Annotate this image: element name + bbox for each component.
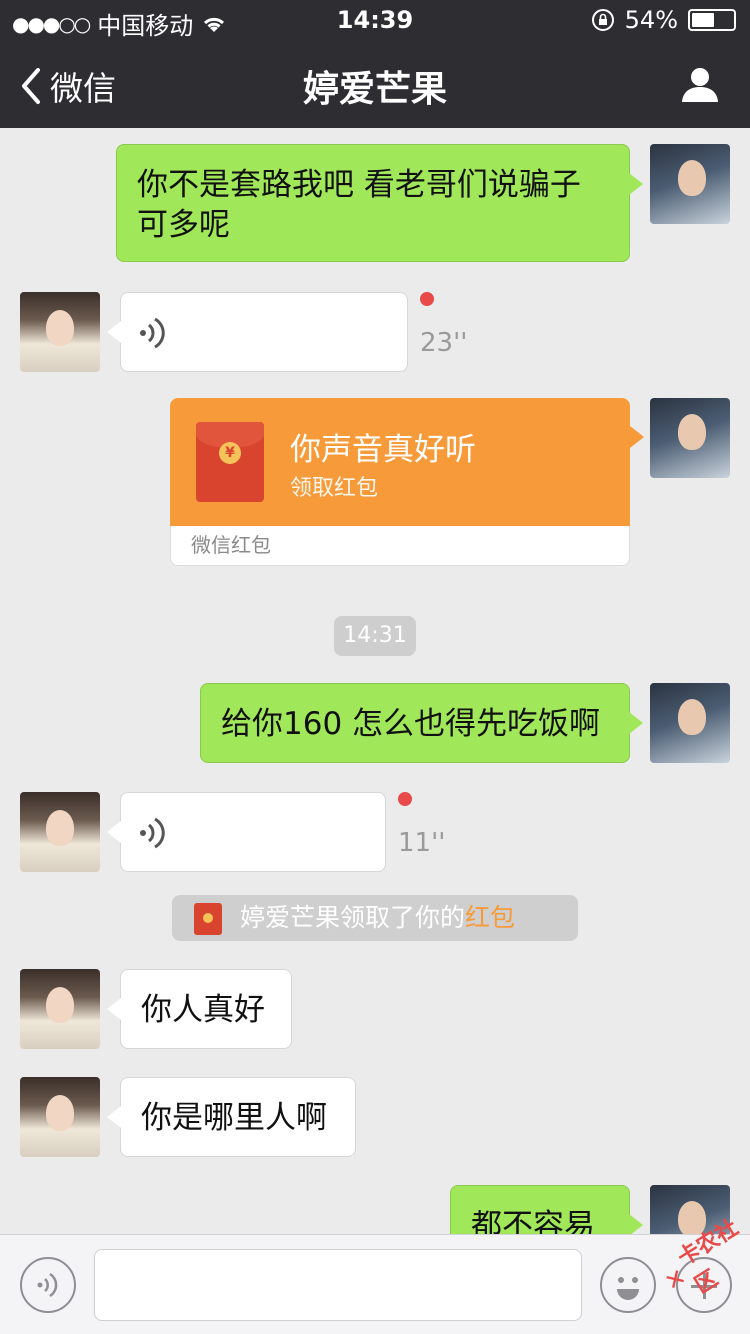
battery-icon	[688, 9, 736, 31]
message-input[interactable]	[94, 1249, 582, 1321]
message-text: 你人真好	[141, 992, 265, 1028]
my-avatar[interactable]	[650, 683, 730, 763]
contact-avatar[interactable]	[20, 292, 100, 372]
emoji-icon	[617, 1277, 639, 1300]
my-avatar[interactable]	[650, 144, 730, 224]
red-packet-footer: 微信红包	[170, 526, 630, 566]
voice-input-button[interactable]	[20, 1257, 76, 1313]
emoji-button[interactable]	[600, 1257, 656, 1313]
unread-dot	[420, 292, 434, 306]
timestamp: 14:31	[334, 616, 416, 656]
chat-area[interactable]: 你不是套路我吧 看老哥们说骗子 可多呢 23'' ¥ 你声音真好听 领取红包 微…	[0, 128, 750, 1234]
red-packet-title: 你声音真好听	[290, 432, 476, 468]
voice-duration: 11''	[398, 828, 446, 858]
system-message: 婷爱芒果领取了你的红包	[172, 895, 578, 941]
contact-avatar[interactable]	[20, 969, 100, 1049]
battery-fill	[692, 13, 714, 27]
unread-dot	[398, 792, 412, 806]
voice-icon	[37, 1272, 58, 1298]
message-text: 你是哪里人啊	[141, 1100, 327, 1136]
voice-icon	[140, 317, 165, 349]
message-text: 可多呢	[137, 207, 230, 243]
red-packet-message[interactable]: ¥ 你声音真好听 领取红包 微信红包	[170, 398, 644, 566]
rotation-lock-icon	[591, 9, 614, 31]
system-message-text: 婷爱芒果领取了你的	[240, 903, 466, 932]
message-bubble[interactable]: 你不是套路我吧 看老哥们说骗子 可多呢	[116, 144, 643, 262]
message-text: 你不是套路我吧 看老哥们说骗子	[137, 167, 581, 203]
battery-percent: 54%	[624, 6, 678, 34]
red-packet-action: 领取红包	[290, 476, 379, 501]
person-icon[interactable]	[680, 64, 720, 104]
nav-bar: 微信 婷爱芒果	[0, 40, 750, 128]
my-avatar[interactable]	[650, 398, 730, 478]
chat-title: 婷爱芒果	[302, 69, 447, 110]
red-packet-icon: ¥	[196, 422, 264, 502]
input-bar	[0, 1234, 750, 1334]
message-text: 给你160 怎么也得先吃饭啊	[221, 706, 601, 742]
message-bubble[interactable]: 你人真好	[107, 969, 292, 1049]
voice-duration: 23''	[420, 328, 468, 358]
message-bubble[interactable]: 都不容易	[450, 1185, 643, 1234]
voice-message[interactable]	[107, 292, 408, 372]
message-bubble[interactable]: 你是哪里人啊	[107, 1077, 356, 1157]
message-text: 都不容易	[471, 1208, 595, 1234]
voice-icon	[140, 817, 165, 849]
voice-message[interactable]	[107, 792, 386, 872]
red-packet-link[interactable]: 红包	[465, 903, 515, 932]
contact-avatar[interactable]	[20, 1077, 100, 1157]
red-packet-icon	[194, 903, 222, 935]
status-bar: ●●●○○ 中国移动 14:39 54%	[0, 0, 750, 40]
contact-avatar[interactable]	[20, 792, 100, 872]
message-bubble[interactable]: 给你160 怎么也得先吃饭啊	[200, 683, 643, 763]
